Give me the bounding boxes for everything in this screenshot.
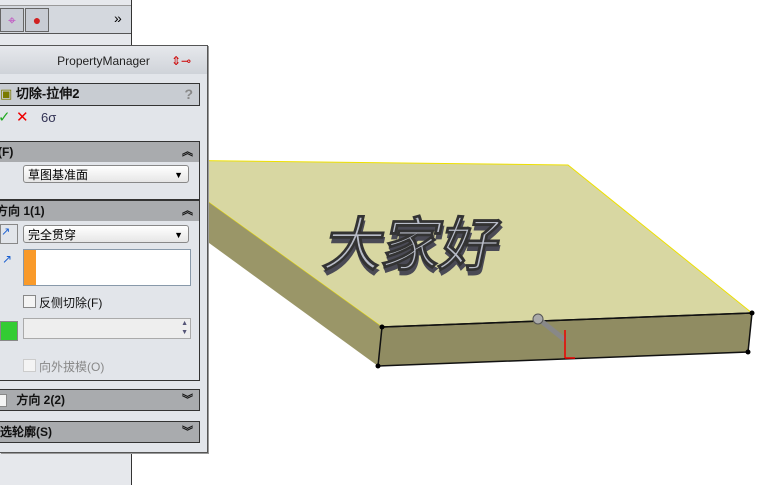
appearance-icon[interactable]: ● (25, 8, 49, 32)
flip-side-label: 反侧切除(F) (39, 296, 103, 310)
direction-arrow-icon: ↗ (2, 252, 13, 266)
draft-outward-label: 向外拔模(O) (39, 360, 105, 374)
direction1-group: ↗ 完全贯穿 ▼ ↗ 反侧切除(F) ▲ ▼ 向外拔模(O) (0, 221, 200, 381)
expand-icon[interactable]: ︾ (182, 422, 193, 442)
pm-title: PropertyManager (57, 54, 150, 68)
draft-outward-checkbox[interactable] (23, 359, 36, 372)
end-condition-value: 完全贯穿 (28, 228, 77, 242)
from-label: 从(F) (0, 145, 14, 159)
collapse-icon[interactable]: ︽ (182, 201, 193, 221)
expand-panel-button[interactable]: » (114, 10, 122, 26)
from-group: 草图基准面 ▼ (0, 162, 200, 200)
property-manager: PropertyManager ⇕⊸ ▣ 切除-拉伸2 ? ✓ ✕ 6σ 从(F… (0, 45, 208, 453)
spin-buttons[interactable]: ▲ ▼ (181, 319, 188, 337)
help-icon[interactable]: ? (184, 84, 193, 104)
feature-title-bar: ▣ 切除-拉伸2 ? (0, 83, 200, 106)
reverse-direction-button[interactable]: ↗ (0, 224, 18, 244)
from-section-header[interactable]: 从(F) ︽ (0, 141, 200, 163)
chevron-down-icon: ▼ (174, 170, 183, 180)
collapse-icon[interactable]: ︽ (182, 142, 193, 162)
from-select[interactable]: 草图基准面 ▼ (23, 165, 189, 183)
selection-color-swatch (24, 250, 36, 285)
from-value: 草图基准面 (28, 168, 89, 182)
feature-name: 切除-拉伸2 (15, 86, 80, 101)
pm-header: PropertyManager ⇕⊸ (0, 46, 207, 74)
preview-button[interactable]: 6σ (41, 110, 56, 125)
chevron-down-icon: ▼ (174, 230, 183, 240)
panel-tabs: ⌖ ● » (0, 5, 131, 34)
ok-button[interactable]: ✓ (0, 108, 11, 126)
selected-contours-header[interactable]: 所选轮廓(S) ︾ (0, 421, 200, 443)
pin-icon[interactable]: ⇕⊸ (171, 46, 191, 76)
direction2-label: 方向 2(2) (16, 393, 66, 407)
direction2-checkbox[interactable] (0, 394, 7, 408)
direction1-header[interactable]: 方向 1(1) ︽ (0, 200, 200, 222)
model-text: 大家好 (319, 214, 507, 278)
target-icon[interactable]: ⌖ (0, 8, 24, 32)
draft-icon[interactable] (0, 321, 18, 341)
cancel-button[interactable]: ✕ (16, 108, 29, 126)
flip-side-checkbox[interactable] (23, 295, 36, 308)
draft-angle-input[interactable]: ▲ ▼ (23, 318, 191, 339)
direction2-header[interactable]: 方向 2(2) ︾ (0, 389, 200, 411)
direction1-label: 方向 1(1) (0, 204, 45, 218)
end-condition-select[interactable]: 完全贯穿 ▼ (23, 225, 189, 243)
expand-icon[interactable]: ︾ (182, 390, 193, 410)
direction-selection-box[interactable] (23, 249, 191, 286)
selected-contours-label: 所选轮廓(S) (0, 425, 52, 439)
